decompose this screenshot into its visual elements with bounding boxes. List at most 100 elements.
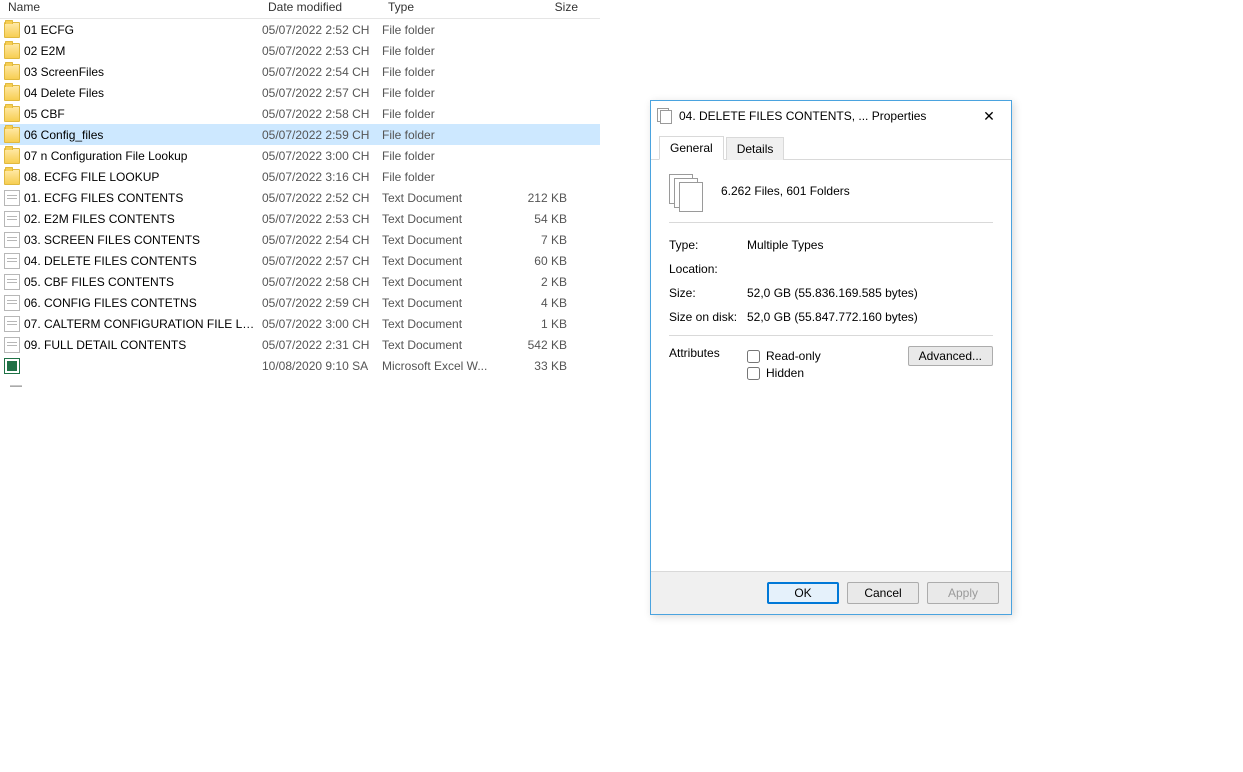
cell-size: 7 KB [497,233,573,247]
dialog-buttons: OK Cancel Apply [651,571,1011,614]
cell-type: File folder [382,149,497,163]
label-size-on-disk: Size on disk: [669,310,747,324]
file-row[interactable]: 06. CONFIG FILES CONTETNS05/07/2022 2:59… [0,292,600,313]
cell-name: 01 ECFG [24,23,262,37]
file-row[interactable]: 07. CALTERM CONFIGURATION FILE LOO...05/… [0,313,600,334]
cell-type: Microsoft Excel W... [382,359,497,373]
multi-file-icon [657,108,673,124]
folder-icon [4,43,20,59]
document-icon [4,253,20,269]
file-row[interactable]: 06 Config_files05/07/2022 2:59 CHFile fo… [0,124,600,145]
label-location: Location: [669,262,747,276]
column-headers: Name Date modified Type Size [0,0,600,19]
general-pane: 6.262 Files, 601 Folders Type:Multiple T… [651,160,1011,571]
file-row[interactable]: 10/08/2020 9:10 SAMicrosoft Excel W...33… [0,355,600,376]
cell-size: 4 KB [497,296,573,310]
label-size: Size: [669,286,747,300]
file-row[interactable]: 04 Delete Files05/07/2022 2:57 CHFile fo… [0,82,600,103]
folder-icon [4,127,20,143]
cell-date: 05/07/2022 2:54 CH [262,65,382,79]
file-list: Name Date modified Type Size 01 ECFG05/0… [0,0,600,392]
cell-size: 60 KB [497,254,573,268]
cell-date: 05/07/2022 2:53 CH [262,44,382,58]
file-row[interactable]: 08. ECFG FILE LOOKUP05/07/2022 3:16 CHFi… [0,166,600,187]
cell-type: Text Document [382,317,497,331]
cell-name: 08. ECFG FILE LOOKUP [24,170,262,184]
col-date[interactable]: Date modified [268,0,388,14]
cell-name: 07. CALTERM CONFIGURATION FILE LOO... [24,317,262,331]
cell-date: 05/07/2022 2:54 CH [262,233,382,247]
tab-strip: General Details [651,131,1011,160]
cell-type: File folder [382,128,497,142]
file-row[interactable]: 05. CBF FILES CONTENTS05/07/2022 2:58 CH… [0,271,600,292]
ok-button[interactable]: OK [767,582,839,604]
cell-name: 01. ECFG FILES CONTENTS [24,191,262,205]
titlebar[interactable]: 04. DELETE FILES CONTENTS, ... Propertie… [651,101,1011,131]
tab-general[interactable]: General [659,136,724,160]
cell-date: 10/08/2020 9:10 SA [262,359,382,373]
col-size[interactable]: Size [503,0,588,14]
excel-icon [4,358,20,374]
cell-size: 212 KB [497,191,573,205]
cell-date: 05/07/2022 2:59 CH [262,128,382,142]
cell-type: Text Document [382,296,497,310]
folder-icon [4,85,20,101]
folder-icon [4,106,20,122]
cell-size: 33 KB [497,359,573,373]
col-name[interactable]: Name [0,0,268,14]
folder-icon [4,148,20,164]
file-row[interactable]: 05 CBF05/07/2022 2:58 CHFile folder [0,103,600,124]
file-row[interactable]: 07 n Configuration File Lookup05/07/2022… [0,145,600,166]
cell-type: Text Document [382,275,497,289]
file-row[interactable]: 09. FULL DETAIL CONTENTS05/07/2022 2:31 … [0,334,600,355]
document-icon [4,274,20,290]
advanced-button[interactable]: Advanced... [908,346,993,366]
close-button[interactable]: ✕ [973,104,1005,128]
cell-name: 09. FULL DETAIL CONTENTS [24,338,262,352]
cell-size: 54 KB [497,212,573,226]
value-type: Multiple Types [747,238,993,252]
cell-name: 04. DELETE FILES CONTENTS [24,254,262,268]
cell-name: 03 ScreenFiles [24,65,262,79]
cell-name: 05 CBF [24,107,262,121]
cell-name: 06. CONFIG FILES CONTETNS [24,296,262,310]
cell-type: File folder [382,23,497,37]
document-icon [4,232,20,248]
cell-date: 05/07/2022 2:52 CH [262,23,382,37]
cancel-button[interactable]: Cancel [847,582,919,604]
value-size-on-disk: 52,0 GB (55.847.772.160 bytes) [747,310,993,324]
folder-icon [4,169,20,185]
file-row[interactable]: 01. ECFG FILES CONTENTS05/07/2022 2:52 C… [0,187,600,208]
cell-size: 1 KB [497,317,573,331]
cell-type: File folder [382,170,497,184]
apply-button[interactable]: Apply [927,582,999,604]
cell-name: 05. CBF FILES CONTENTS [24,275,262,289]
document-icon [4,295,20,311]
cell-date: 05/07/2022 2:31 CH [262,338,382,352]
tab-details[interactable]: Details [726,137,785,160]
cell-name: 03. SCREEN FILES CONTENTS [24,233,262,247]
multi-file-large-icon [669,174,703,208]
cell-size: 542 KB [497,338,573,352]
cell-type: File folder [382,86,497,100]
file-row[interactable]: 01 ECFG05/07/2022 2:52 CHFile folder [0,19,600,40]
file-row[interactable]: 04. DELETE FILES CONTENTS05/07/2022 2:57… [0,250,600,271]
cell-type: Text Document [382,233,497,247]
cell-type: Text Document [382,338,497,352]
document-icon [4,190,20,206]
checkbox-hidden[interactable]: Hidden [747,366,908,380]
col-type[interactable]: Type [388,0,503,14]
file-row[interactable]: 03. SCREEN FILES CONTENTS05/07/2022 2:54… [0,229,600,250]
file-row[interactable]: 02. E2M FILES CONTENTS05/07/2022 2:53 CH… [0,208,600,229]
dialog-title: 04. DELETE FILES CONTENTS, ... Propertie… [679,109,973,123]
folder-icon [4,64,20,80]
file-row[interactable]: 03 ScreenFiles05/07/2022 2:54 CHFile fol… [0,61,600,82]
checkbox-readonly[interactable]: Read-only [747,349,908,363]
cell-name: 02 E2M [24,44,262,58]
file-row[interactable]: 02 E2M05/07/2022 2:53 CHFile folder [0,40,600,61]
cell-date: 05/07/2022 3:16 CH [262,170,382,184]
cell-date: 05/07/2022 2:59 CH [262,296,382,310]
cell-type: File folder [382,107,497,121]
document-icon [4,316,20,332]
cell-type: File folder [382,44,497,58]
